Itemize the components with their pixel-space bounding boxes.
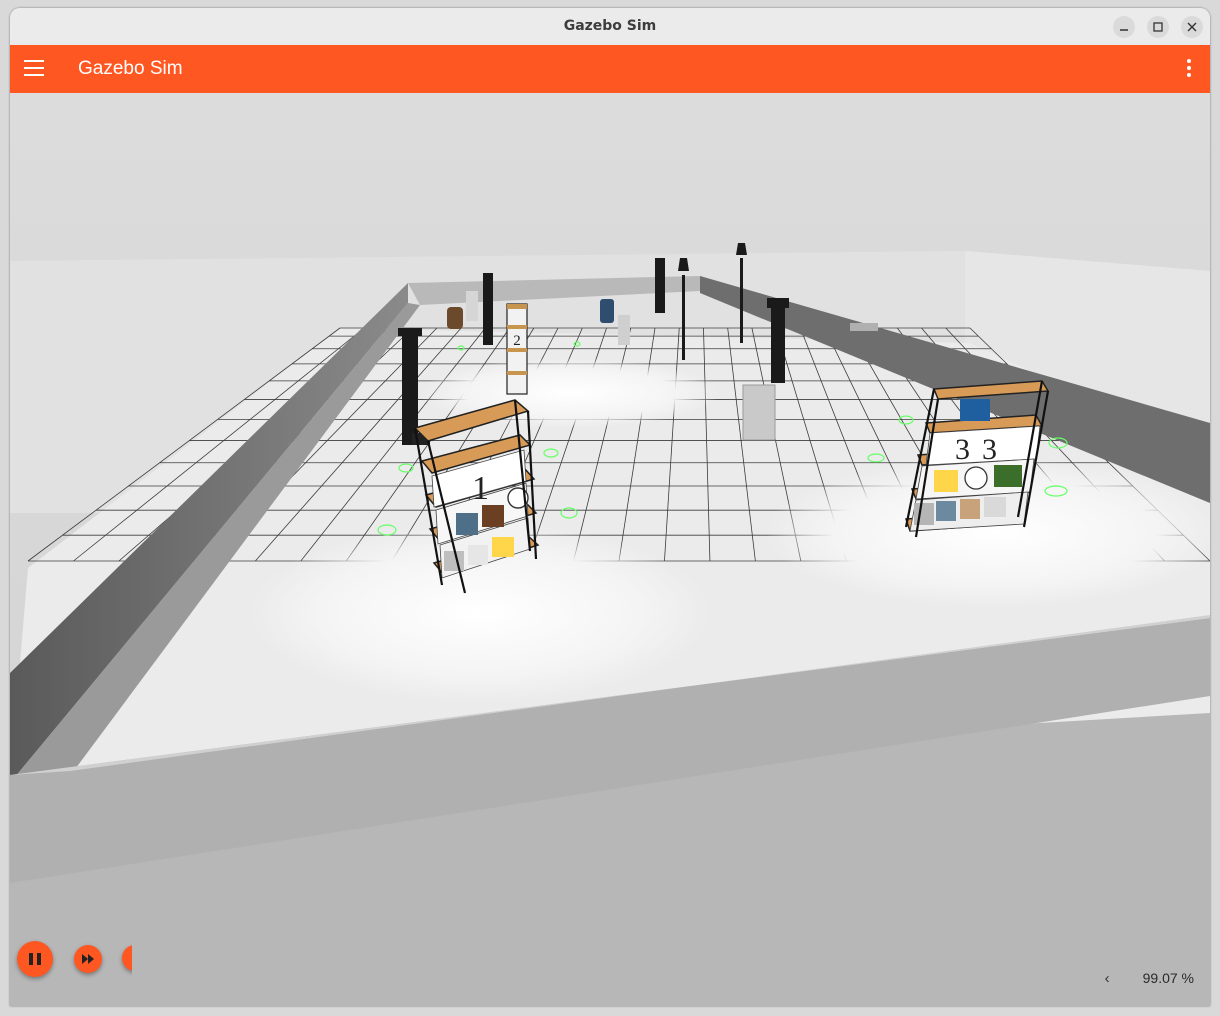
app-toolbar: Gazebo Sim xyxy=(10,45,1210,93)
controls-clip xyxy=(10,928,132,1006)
minimize-icon xyxy=(1120,29,1128,31)
window-titlebar[interactable]: Gazebo Sim xyxy=(10,8,1210,46)
pillar xyxy=(483,273,493,345)
blue-barrel xyxy=(600,299,614,323)
concrete-block xyxy=(742,384,776,441)
concrete-block xyxy=(618,315,630,345)
wooden-barrel xyxy=(447,307,463,329)
close-icon xyxy=(1187,22,1197,32)
collapse-chevron-icon[interactable]: ‹ xyxy=(1105,970,1110,987)
3d-scene-viewport[interactable]: 2 1 3 3 xyxy=(10,93,1210,1006)
maximize-icon xyxy=(1153,22,1163,32)
shelf-2: 2 xyxy=(506,303,528,395)
pillar xyxy=(655,258,665,313)
app-title: Gazebo Sim xyxy=(78,58,183,79)
lamp-post xyxy=(740,258,743,343)
close-button[interactable] xyxy=(1181,16,1203,38)
real-time-factor-value: 99.07 % xyxy=(1142,970,1194,986)
minimize-button[interactable] xyxy=(1113,16,1135,38)
reset-button[interactable] xyxy=(122,945,132,971)
hamburger-icon[interactable] xyxy=(24,60,44,78)
shelf-label: 2 xyxy=(513,333,521,349)
pillar xyxy=(771,298,785,383)
lamp-post xyxy=(682,275,685,360)
maximize-button[interactable] xyxy=(1147,16,1169,38)
real-time-factor: ‹ 99.07 % xyxy=(1105,970,1194,987)
shelf-label: 3 xyxy=(982,433,997,466)
app-window: Gazebo Sim Gazebo Sim 2 1 3 3 ‹ 99.07 % xyxy=(10,8,1210,1006)
shelf-label: 3 xyxy=(955,433,970,466)
window-title: Gazebo Sim xyxy=(563,18,657,34)
more-vert-icon[interactable] xyxy=(1186,59,1192,81)
shelf-label: 1 xyxy=(472,470,489,507)
